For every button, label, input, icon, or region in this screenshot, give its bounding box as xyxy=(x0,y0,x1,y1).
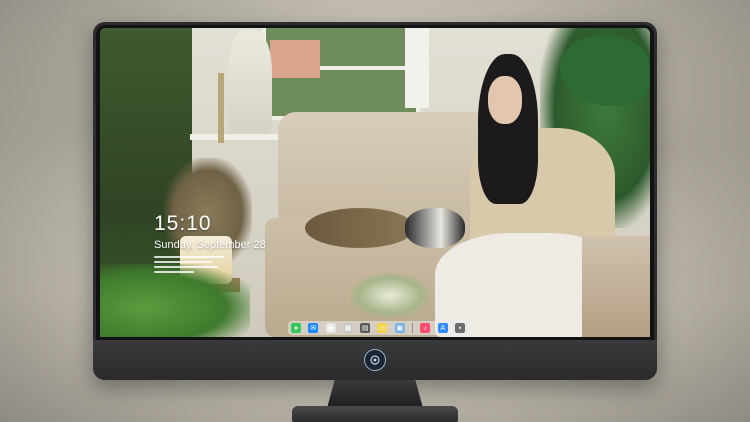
launchpad-icon[interactable]: ▤ xyxy=(360,323,371,333)
app-store-icon[interactable]: A xyxy=(437,323,448,333)
lockscreen-date: Sunday, September 28 xyxy=(154,239,266,251)
monitor-chin xyxy=(93,340,657,380)
messages-icon[interactable]: ● xyxy=(291,323,301,333)
wallpaper-shelf xyxy=(190,134,280,140)
camera-icon[interactable]: ▪ xyxy=(454,323,465,333)
wallpaper-flowers xyxy=(350,273,430,318)
wallpaper-lamp xyxy=(218,73,224,143)
dock-separator xyxy=(412,323,414,333)
wallpaper-bust-statue xyxy=(228,30,272,134)
music-icon[interactable]: ♪ xyxy=(420,323,431,333)
monitor-stand-base xyxy=(292,406,458,422)
notification-line xyxy=(154,271,194,273)
preview-icon[interactable]: ▦ xyxy=(342,323,353,333)
logo-glyph-icon xyxy=(370,355,380,365)
notification-line xyxy=(154,256,224,258)
wallpaper-pillar xyxy=(405,28,429,108)
wallpaper-house xyxy=(270,40,320,78)
notes-icon[interactable]: ▭ xyxy=(377,323,388,333)
chrome-icon[interactable]: ◉ xyxy=(325,323,336,333)
monitor-bezel: 15:10 Sunday, September 28 ● ✉ ◉ ▦ ▤ ▭ ▣ ♪ A ▪ xyxy=(96,25,654,340)
monitor-stand xyxy=(327,380,423,408)
wallpaper-basket xyxy=(582,236,650,337)
dock: ● ✉ ◉ ▦ ▤ ▭ ▣ ♪ A ▪ xyxy=(288,321,468,335)
notification-line xyxy=(154,261,212,263)
wallpaper-woman-face xyxy=(488,76,522,124)
brand-logo-icon xyxy=(364,349,386,371)
lock-screen[interactable]: 15:10 Sunday, September 28 ● ✉ ◉ ▦ ▤ ▭ ▣ ♪ A ▪ xyxy=(100,28,650,337)
lockscreen-notification-preview xyxy=(154,256,224,276)
lockscreen-time: 15:10 xyxy=(154,212,212,235)
wallpaper-black-white-cat xyxy=(405,208,465,248)
photos-icon[interactable]: ▣ xyxy=(394,323,405,333)
monitor: 15:10 Sunday, September 28 ● ✉ ◉ ▦ ▤ ▭ ▣ ♪ A ▪ xyxy=(93,22,657,380)
notification-line xyxy=(154,266,218,268)
wallpaper-tabby-cat xyxy=(305,208,415,248)
mail-icon[interactable]: ✉ xyxy=(308,323,319,333)
